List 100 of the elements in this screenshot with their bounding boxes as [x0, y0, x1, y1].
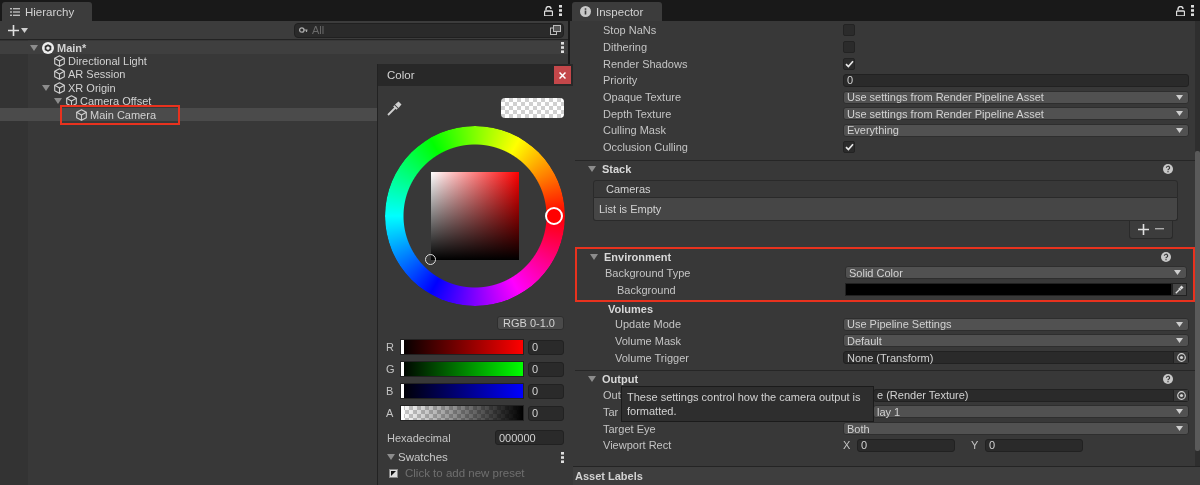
slider-handle[interactable]	[401, 362, 404, 376]
section-header[interactable]: Output	[575, 371, 1195, 387]
help-icon[interactable]	[1161, 252, 1171, 262]
field-label: Target Eye	[603, 422, 656, 435]
foldout-icon[interactable]	[30, 44, 38, 51]
color-swatch[interactable]	[845, 283, 1172, 297]
object-picker-button[interactable]	[1173, 352, 1188, 364]
object-picker-button[interactable]	[1173, 389, 1188, 401]
tree-item[interactable]: Main*	[0, 41, 568, 55]
checkbox[interactable]	[843, 57, 855, 70]
more-icon[interactable]	[561, 451, 564, 463]
channel-label: A	[386, 407, 395, 419]
scrollbar[interactable]	[1195, 21, 1200, 466]
panel-tab[interactable]: Inspector	[572, 2, 662, 21]
dropdown[interactable]: Use settings from Render Pipeline Asset	[843, 107, 1189, 121]
dropdown[interactable]: Use settings from Render Pipeline Asset	[843, 90, 1189, 104]
number-field[interactable]: 0	[843, 73, 1189, 87]
dropdown[interactable]: Solid Color	[845, 266, 1187, 280]
slider-track[interactable]	[400, 383, 524, 399]
field-label: Priority	[603, 74, 638, 87]
foldout-icon[interactable]	[588, 166, 596, 172]
field-label: Tar	[603, 405, 619, 418]
more-icon[interactable]	[559, 5, 562, 16]
eyedropper-icon	[387, 100, 402, 116]
section-title: Swatches	[398, 451, 449, 463]
slider-handle[interactable]	[401, 384, 404, 398]
tree-item[interactable]: Camera Offset	[0, 94, 568, 108]
cube-icon	[76, 108, 87, 121]
field-label: Dithering	[603, 41, 648, 54]
number-field[interactable]: 0	[528, 361, 564, 377]
slider-handle[interactable]	[401, 340, 404, 354]
number-field[interactable]: 0	[985, 438, 1083, 452]
channel-label: B	[386, 385, 395, 397]
text-field[interactable]: 000000	[495, 430, 564, 445]
number-field[interactable]: 0	[857, 438, 955, 452]
foldout-icon[interactable]	[588, 376, 596, 383]
field-label: Hexadecimal	[387, 431, 451, 444]
slider-track[interactable]	[400, 339, 524, 355]
search-field[interactable]: All	[294, 22, 564, 38]
close-button[interactable]	[554, 66, 571, 84]
section-header[interactable]: Stack	[575, 161, 1195, 177]
target-icon	[1176, 390, 1186, 400]
foldout-icon[interactable]	[54, 98, 62, 105]
help-icon[interactable]	[1163, 374, 1173, 385]
slider-handle[interactable]	[401, 406, 404, 420]
number-field[interactable]: 0	[528, 405, 564, 421]
foldout-icon[interactable]	[42, 84, 50, 91]
cube-icon	[54, 68, 65, 81]
window-icon[interactable]	[550, 24, 561, 35]
check-icon	[844, 59, 854, 68]
eyedropper-button[interactable]	[1172, 283, 1187, 297]
caret-icon	[21, 27, 28, 33]
tree-item[interactable]: XR Origin	[0, 81, 568, 95]
close-icon	[559, 71, 566, 79]
list-icon	[10, 7, 20, 16]
help-icon[interactable]	[1163, 164, 1173, 174]
tab-label: Inspector	[596, 5, 644, 18]
dropdown[interactable]: Use Pipeline Settings	[843, 317, 1189, 331]
add-button[interactable]	[1138, 223, 1149, 235]
checkbox[interactable]	[843, 141, 855, 154]
foldout-icon[interactable]	[387, 454, 395, 460]
lock-icon[interactable]	[544, 5, 553, 16]
cube-icon	[66, 95, 77, 108]
dropdown[interactable]: Both	[843, 422, 1189, 436]
dropdown[interactable]: RGB 0-1.0	[497, 316, 564, 330]
field-label: Culling Mask	[603, 124, 666, 137]
slider-track[interactable]	[400, 405, 524, 421]
field-label: Background Type	[605, 266, 691, 279]
lock-icon[interactable]	[1176, 5, 1185, 16]
empty-list-message: List is Empty	[593, 197, 1178, 221]
add-button[interactable]	[6, 22, 30, 38]
number-field[interactable]: 0	[528, 383, 564, 399]
item-label: Main*	[57, 41, 87, 54]
cube-icon	[54, 81, 65, 94]
panel-tab[interactable]: Hierarchy	[2, 2, 92, 21]
asset-labels-bar[interactable]: Asset Labels	[570, 466, 1200, 485]
channel-label: G	[386, 363, 396, 375]
dropdown[interactable]: lay 1	[873, 405, 1189, 419]
caret-icon	[1176, 426, 1183, 432]
tree-item[interactable]: Directional Light	[0, 54, 568, 68]
foldout-icon[interactable]	[590, 254, 598, 260]
more-icon[interactable]	[1191, 5, 1194, 16]
field-label: Out	[603, 389, 621, 402]
field-label: Render Shadows	[603, 57, 688, 70]
eyedropper-button[interactable]	[387, 100, 402, 116]
number-field[interactable]: 0	[528, 339, 564, 355]
saturation-square[interactable]	[431, 172, 519, 260]
field-label: Volume Trigger	[615, 351, 689, 364]
preset-icon[interactable]	[389, 468, 398, 478]
plus-icon	[1138, 223, 1149, 235]
slider-track[interactable]	[400, 361, 524, 377]
more-icon[interactable]	[561, 42, 564, 54]
dropdown[interactable]: Default	[843, 334, 1189, 348]
object-field[interactable]: None (Transform)	[843, 351, 1189, 365]
section-header[interactable]: Environment	[577, 249, 1193, 265]
dropdown[interactable]: Everything	[843, 123, 1189, 137]
object-field[interactable]: e (Render Texture)	[873, 388, 1189, 402]
caret-icon	[1176, 409, 1183, 415]
target-icon	[1176, 353, 1186, 363]
field-label: Viewport Rect	[603, 439, 672, 452]
